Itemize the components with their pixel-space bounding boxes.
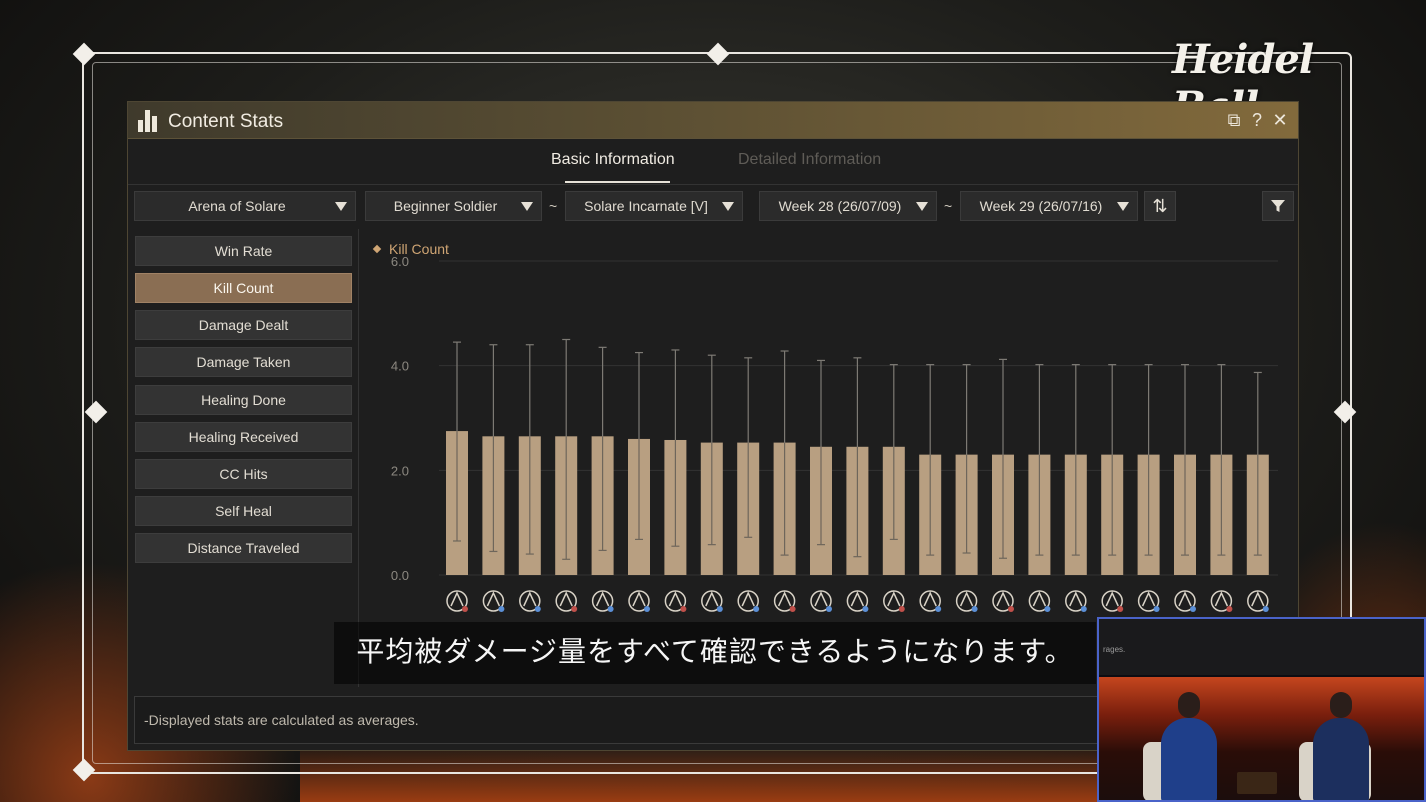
webcam-caption: rages.	[1103, 645, 1126, 654]
window-titlebar[interactable]: Content Stats ⧉ ? ✕	[128, 102, 1298, 139]
class-emblem-icon	[701, 590, 723, 612]
video-subtitle: 平均被ダメージ量をすべて確認できるようになります。	[334, 622, 1096, 684]
class-emblem-icon	[628, 590, 650, 612]
class-emblem-icon	[810, 590, 832, 612]
rank-from-value: Beginner Soldier	[393, 198, 498, 214]
restore-window-button[interactable]: ⧉	[1224, 110, 1244, 130]
rank-to-select[interactable]: Solare Incarnate [V]	[565, 191, 743, 221]
stat-damage-dealt[interactable]: Damage Dealt	[135, 310, 352, 340]
stat-kill-count[interactable]: Kill Count	[135, 273, 352, 303]
side-table	[1237, 772, 1277, 794]
rank-to-value: Solare Incarnate [V]	[584, 198, 708, 214]
webcam-screen-capture: rages.	[1099, 619, 1424, 675]
restore-icon: ⧉	[1227, 110, 1241, 130]
webcam-overlay: rages.	[1097, 617, 1426, 802]
class-emblem-icon	[519, 590, 541, 612]
tab-basic-information[interactable]: Basic Information	[551, 151, 675, 169]
help-button[interactable]: ?	[1247, 110, 1267, 130]
class-emblem-icon	[482, 590, 505, 612]
presenter-right	[1313, 692, 1369, 800]
class-emblem-icon	[846, 590, 869, 612]
presenter-left	[1161, 692, 1217, 800]
class-emblem-icon	[1101, 590, 1124, 612]
sort-toggle-button[interactable]: ⇅	[1144, 191, 1176, 221]
range-separator: ~	[549, 198, 558, 214]
bar-chart-icon	[136, 108, 160, 132]
class-emblem-icon	[1174, 590, 1196, 612]
chart-legend: Kill Count	[372, 241, 449, 257]
class-emblem-icon	[555, 590, 578, 612]
help-icon: ?	[1251, 110, 1262, 130]
active-tab-indicator	[565, 181, 670, 183]
class-emblem-icon	[1065, 590, 1087, 612]
stat-damage-taken[interactable]: Damage Taken	[135, 347, 352, 377]
content-select[interactable]: Arena of Solare	[134, 191, 356, 221]
class-emblem-icon	[1028, 590, 1051, 612]
y-tick-label: 0.0	[391, 568, 409, 583]
stat-distance-traveled[interactable]: Distance Traveled	[135, 533, 352, 563]
class-emblem-icon	[919, 590, 942, 612]
class-emblem-icon	[955, 590, 978, 612]
content-select-value: Arena of Solare	[188, 198, 286, 214]
stat-win-rate[interactable]: Win Rate	[135, 236, 352, 266]
sort-icon: ⇅	[1152, 196, 1168, 216]
week-from-value: Week 28 (26/07/09)	[778, 198, 902, 214]
close-icon: ✕	[1272, 110, 1288, 130]
class-emblem-icon	[664, 590, 687, 612]
tab-bar: Basic Information Detailed Information	[128, 139, 1298, 185]
filter-bar: Arena of Solare Beginner Soldier ~ Solar…	[128, 185, 1298, 229]
class-emblem-icon	[591, 590, 614, 612]
class-emblem-icon	[1137, 590, 1160, 612]
close-button[interactable]: ✕	[1270, 110, 1290, 130]
y-tick-label: 2.0	[391, 463, 409, 478]
legend-marker-icon	[372, 244, 382, 254]
chevron-down-icon	[1117, 202, 1129, 211]
chevron-down-icon	[916, 202, 928, 211]
filter-icon	[1271, 200, 1285, 212]
stat-healing-done[interactable]: Healing Done	[135, 385, 352, 415]
range-separator: ~	[944, 198, 953, 214]
stat-cc-hits[interactable]: CC Hits	[135, 459, 352, 489]
class-emblem-icon	[883, 590, 905, 612]
footer-note: -Displayed stats are calculated as avera…	[144, 712, 419, 728]
week-from-select[interactable]: Week 28 (26/07/09)	[759, 191, 937, 221]
legend-label: Kill Count	[389, 241, 449, 257]
filter-button[interactable]	[1262, 191, 1294, 221]
window-title: Content Stats	[168, 111, 284, 132]
class-emblem-icon	[992, 590, 1014, 612]
brand-logo: Heidel Ball	[1172, 36, 1400, 130]
chevron-down-icon	[335, 202, 347, 211]
tab-detailed-information[interactable]: Detailed Information	[738, 151, 881, 169]
class-emblem-icon	[446, 590, 468, 612]
stat-self-heal[interactable]: Self Heal	[135, 496, 352, 526]
chevron-down-icon	[521, 202, 533, 211]
class-emblem-icon	[737, 590, 760, 612]
week-to-select[interactable]: Week 29 (26/07/16)	[960, 191, 1138, 221]
class-emblem-icon	[773, 590, 796, 612]
class-emblem-icon	[1247, 590, 1269, 612]
chevron-down-icon	[722, 202, 734, 211]
stat-healing-received[interactable]: Healing Received	[135, 422, 352, 452]
rank-from-select[interactable]: Beginner Soldier	[365, 191, 542, 221]
y-tick-label: 4.0	[391, 359, 409, 374]
webcam-stage	[1099, 677, 1424, 800]
week-to-value: Week 29 (26/07/16)	[979, 198, 1103, 214]
class-emblem-icon	[1210, 590, 1233, 612]
stat-category-sidebar: Win Rate Kill Count Damage Dealt Damage …	[128, 229, 359, 687]
